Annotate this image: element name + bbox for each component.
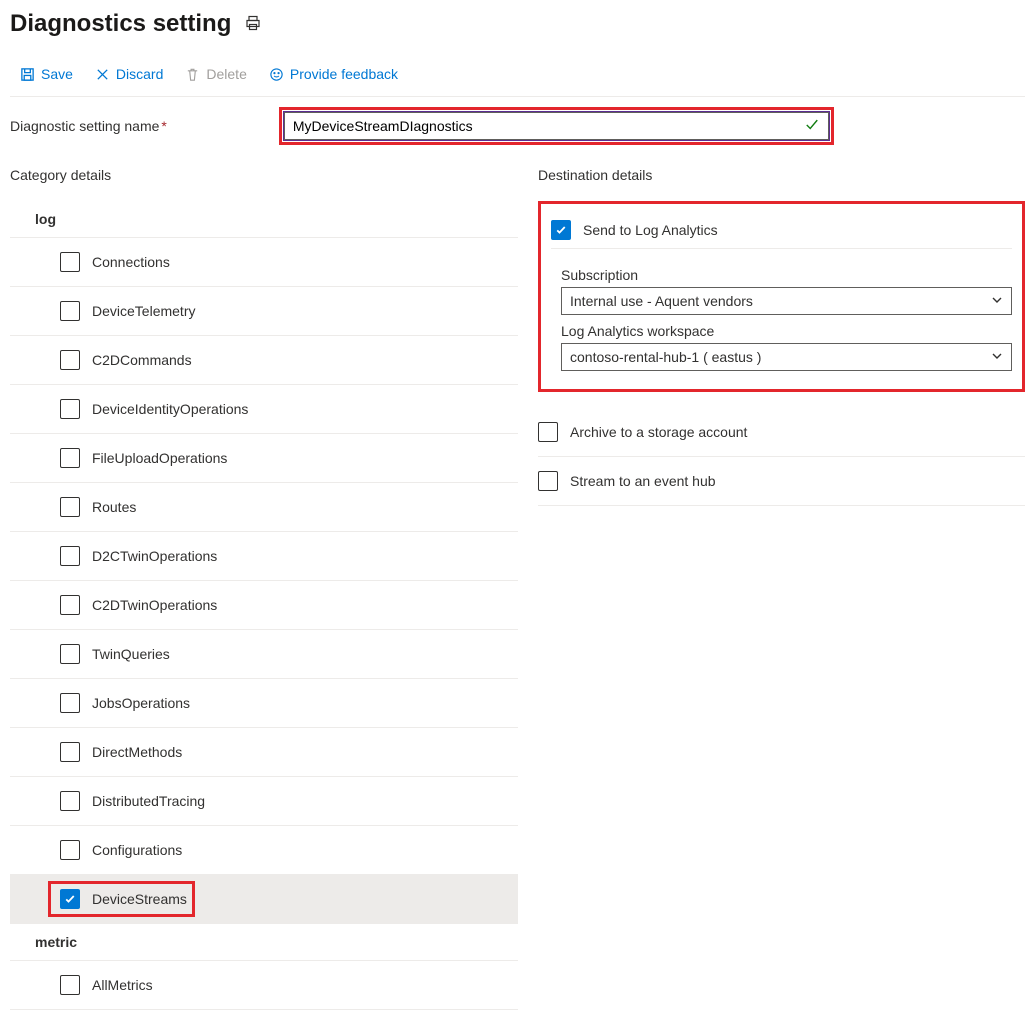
workspace-label: Log Analytics workspace xyxy=(561,323,1012,339)
category-label: DirectMethods xyxy=(92,744,182,760)
category-item-directmethods[interactable]: DirectMethods xyxy=(10,728,518,777)
delete-button: Delete xyxy=(175,62,256,86)
category-checkbox[interactable] xyxy=(60,252,80,272)
category-item-twinqueries[interactable]: TwinQueries xyxy=(10,630,518,679)
category-checkbox[interactable] xyxy=(60,595,80,615)
metric-heading: metric xyxy=(10,924,518,961)
send-to-log-analytics-checkbox[interactable] xyxy=(551,220,571,240)
feedback-button[interactable]: Provide feedback xyxy=(259,62,408,86)
save-label: Save xyxy=(41,66,73,82)
stream-label: Stream to an event hub xyxy=(570,473,716,489)
archive-label: Archive to a storage account xyxy=(570,424,747,440)
page-title: Diagnostics setting xyxy=(10,10,231,38)
category-checkbox[interactable] xyxy=(60,975,80,995)
category-item-connections[interactable]: Connections xyxy=(10,238,518,287)
category-item-jobsoperations[interactable]: JobsOperations xyxy=(10,679,518,728)
category-label: D2CTwinOperations xyxy=(92,548,217,564)
save-button[interactable]: Save xyxy=(10,62,83,86)
required-asterisk: * xyxy=(161,118,166,134)
stream-row[interactable]: Stream to an event hub xyxy=(538,457,1025,506)
category-item-configurations[interactable]: Configurations xyxy=(10,826,518,875)
category-item-allmetrics[interactable]: AllMetrics xyxy=(10,961,518,1010)
subscription-select[interactable]: Internal use - Aquent vendors xyxy=(561,287,1012,315)
stream-checkbox[interactable] xyxy=(538,471,558,491)
subscription-value: Internal use - Aquent vendors xyxy=(570,293,753,309)
send-to-log-analytics-row[interactable]: Send to Log Analytics xyxy=(551,212,1012,249)
category-item-fileuploadoperations[interactable]: FileUploadOperations xyxy=(10,434,518,483)
send-to-log-analytics-label: Send to Log Analytics xyxy=(583,222,718,238)
category-item-c2dcommands[interactable]: C2DCommands xyxy=(10,336,518,385)
log-analytics-highlight: Send to Log Analytics Subscription Inter… xyxy=(538,201,1025,392)
destination-details-title: Destination details xyxy=(538,167,1025,183)
category-label: TwinQueries xyxy=(92,646,170,662)
setting-name-input[interactable] xyxy=(284,112,829,140)
category-label: DeviceStreams xyxy=(92,891,187,907)
category-label: C2DTwinOperations xyxy=(92,597,217,613)
category-label: Routes xyxy=(92,499,136,515)
category-checkbox[interactable] xyxy=(60,791,80,811)
setting-name-label: Diagnostic setting name* xyxy=(10,118,167,134)
category-item-routes[interactable]: Routes xyxy=(10,483,518,532)
toolbar: Save Discard Delete Provide feedback xyxy=(10,56,1025,97)
category-details-title: Category details xyxy=(10,167,518,183)
category-checkbox[interactable] xyxy=(60,546,80,566)
category-item-d2ctwinoperations[interactable]: D2CTwinOperations xyxy=(10,532,518,581)
category-checkbox[interactable] xyxy=(60,889,80,909)
archive-checkbox[interactable] xyxy=(538,422,558,442)
delete-label: Delete xyxy=(206,66,246,82)
discard-label: Discard xyxy=(116,66,163,82)
feedback-label: Provide feedback xyxy=(290,66,398,82)
category-label: JobsOperations xyxy=(92,695,190,711)
category-checkbox[interactable] xyxy=(60,644,80,664)
log-heading: log xyxy=(10,201,518,238)
workspace-select[interactable]: contoso-rental-hub-1 ( eastus ) xyxy=(561,343,1012,371)
category-checkbox[interactable] xyxy=(60,301,80,321)
category-item-distributedtracing[interactable]: DistributedTracing xyxy=(10,777,518,826)
category-label: C2DCommands xyxy=(92,352,192,368)
discard-button[interactable]: Discard xyxy=(85,62,173,86)
archive-row[interactable]: Archive to a storage account xyxy=(538,408,1025,457)
category-label: Connections xyxy=(92,254,170,270)
chevron-down-icon xyxy=(991,293,1003,309)
category-checkbox[interactable] xyxy=(60,448,80,468)
category-checkbox[interactable] xyxy=(60,350,80,370)
subscription-label: Subscription xyxy=(561,267,1012,283)
category-label: DeviceIdentityOperations xyxy=(92,401,248,417)
category-item-c2dtwinoperations[interactable]: C2DTwinOperations xyxy=(10,581,518,630)
category-label: AllMetrics xyxy=(92,977,153,993)
chevron-down-icon xyxy=(991,349,1003,365)
category-checkbox[interactable] xyxy=(60,693,80,713)
category-label: FileUploadOperations xyxy=(92,450,227,466)
category-checkbox[interactable] xyxy=(60,840,80,860)
print-icon[interactable] xyxy=(245,15,261,34)
category-item-devicestreams[interactable]: DeviceStreams xyxy=(10,875,518,924)
category-checkbox[interactable] xyxy=(60,742,80,762)
category-label: DistributedTracing xyxy=(92,793,205,809)
checkmark-icon xyxy=(805,118,819,135)
category-label: Configurations xyxy=(92,842,182,858)
category-checkbox[interactable] xyxy=(60,399,80,419)
setting-name-highlight xyxy=(279,107,834,145)
category-label: DeviceTelemetry xyxy=(92,303,195,319)
category-item-devicetelemetry[interactable]: DeviceTelemetry xyxy=(10,287,518,336)
category-checkbox[interactable] xyxy=(60,497,80,517)
category-item-deviceidentityoperations[interactable]: DeviceIdentityOperations xyxy=(10,385,518,434)
workspace-value: contoso-rental-hub-1 ( eastus ) xyxy=(570,349,761,365)
